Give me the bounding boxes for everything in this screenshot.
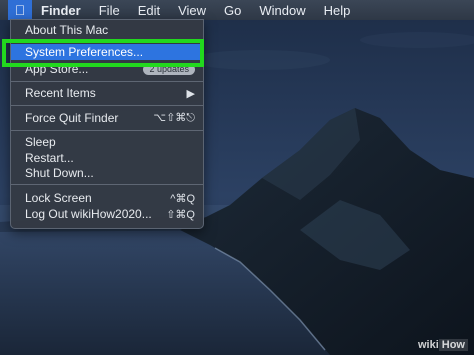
wikihow-watermark: wiki How — [418, 339, 468, 351]
watermark-prefix: wiki — [417, 339, 439, 351]
menu-item-label: App Store... — [25, 62, 89, 76]
menu-item-label: About This Mac — [25, 23, 109, 37]
menu-item-restart[interactable]: Restart... — [11, 150, 203, 166]
apple-logo-icon[interactable]:  — [8, 0, 32, 20]
keyboard-shortcut: ^⌘Q — [170, 192, 195, 205]
apple-menu-dropdown: About This Mac System Preferences... App… — [10, 19, 204, 229]
menu-item-force-quit[interactable]: Force Quit Finder ⌥⇧⌘⎋ — [11, 110, 203, 126]
menu-separator — [11, 130, 203, 131]
menu-item-sleep[interactable]: Sleep — [11, 134, 203, 150]
menu-item-label: Recent Items — [25, 86, 96, 100]
menu-edit[interactable]: Edit — [129, 0, 169, 20]
keyboard-shortcut: ⇧⌘Q — [166, 208, 195, 221]
watermark-suffix: How — [438, 339, 468, 351]
menu-separator — [11, 105, 203, 106]
desktop-screen:  Finder File Edit View Go Window Help A… — [0, 0, 474, 355]
updates-badge: 2 updates — [143, 63, 195, 75]
menu-item-about-this-mac[interactable]: About This Mac — [11, 22, 203, 38]
menu-separator — [11, 41, 203, 42]
menu-item-recent-items[interactable]: Recent Items ▶ — [11, 85, 203, 101]
menu-item-lock-screen[interactable]: Lock Screen ^⌘Q — [11, 190, 203, 206]
keyboard-shortcut: ⌥⇧⌘⎋ — [153, 112, 195, 124]
menu-item-app-store[interactable]: App Store... 2 updates — [11, 61, 203, 77]
menu-item-label: Restart... — [25, 151, 74, 165]
menu-separator — [11, 184, 203, 185]
menu-item-label: Sleep — [25, 135, 56, 149]
menu-finder[interactable]: Finder — [32, 0, 90, 20]
menu-item-log-out[interactable]: Log Out wikiHow2020... ⇧⌘Q — [11, 206, 203, 222]
menu-item-label: Log Out wikiHow2020... — [25, 207, 152, 221]
menu-item-label: Shut Down... — [25, 166, 94, 180]
menu-separator — [11, 81, 203, 82]
menu-item-label: System Preferences... — [25, 45, 144, 59]
menu-item-system-preferences[interactable]: System Preferences... — [11, 44, 203, 60]
menu-item-shut-down[interactable]: Shut Down... — [11, 165, 203, 181]
menu-go[interactable]: Go — [215, 0, 250, 20]
submenu-arrow-icon: ▶ — [186, 87, 195, 100]
menu-view[interactable]: View — [169, 0, 215, 20]
menu-item-label: Force Quit Finder — [25, 111, 119, 125]
menu-item-label: Lock Screen — [25, 191, 92, 205]
menu-bar:  Finder File Edit View Go Window Help — [0, 0, 474, 20]
menu-window[interactable]: Window — [250, 0, 314, 20]
menu-help[interactable]: Help — [315, 0, 360, 20]
menu-file[interactable]: File — [90, 0, 129, 20]
